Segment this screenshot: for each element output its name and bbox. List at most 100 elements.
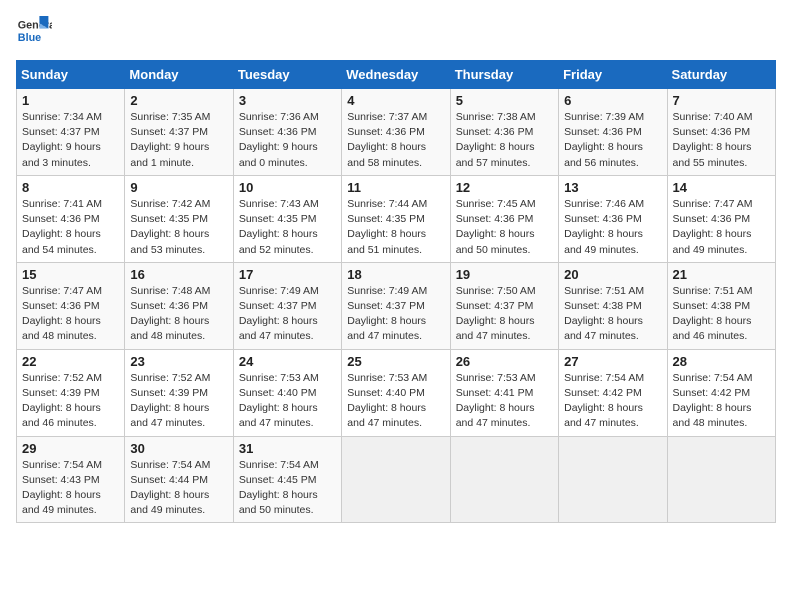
calendar-cell: 10 Sunrise: 7:43 AM Sunset: 4:35 PM Dayl… [233, 175, 341, 262]
day-number: 28 [673, 354, 770, 369]
day-number: 8 [22, 180, 119, 195]
day-number: 16 [130, 267, 227, 282]
day-detail: Sunrise: 7:54 AM Sunset: 4:42 PM Dayligh… [673, 371, 770, 432]
calendar-cell: 26 Sunrise: 7:53 AM Sunset: 4:41 PM Dayl… [450, 349, 558, 436]
calendar-cell: 7 Sunrise: 7:40 AM Sunset: 4:36 PM Dayli… [667, 89, 775, 176]
day-number: 10 [239, 180, 336, 195]
day-detail: Sunrise: 7:38 AM Sunset: 4:36 PM Dayligh… [456, 110, 553, 171]
calendar-cell: 1 Sunrise: 7:34 AM Sunset: 4:37 PM Dayli… [17, 89, 125, 176]
day-detail: Sunrise: 7:45 AM Sunset: 4:36 PM Dayligh… [456, 197, 553, 258]
day-number: 21 [673, 267, 770, 282]
calendar-cell: 25 Sunrise: 7:53 AM Sunset: 4:40 PM Dayl… [342, 349, 450, 436]
day-detail: Sunrise: 7:52 AM Sunset: 4:39 PM Dayligh… [130, 371, 227, 432]
day-detail: Sunrise: 7:43 AM Sunset: 4:35 PM Dayligh… [239, 197, 336, 258]
day-number: 29 [22, 441, 119, 456]
day-detail: Sunrise: 7:53 AM Sunset: 4:40 PM Dayligh… [239, 371, 336, 432]
calendar-cell: 2 Sunrise: 7:35 AM Sunset: 4:37 PM Dayli… [125, 89, 233, 176]
day-number: 5 [456, 93, 553, 108]
calendar-cell: 11 Sunrise: 7:44 AM Sunset: 4:35 PM Dayl… [342, 175, 450, 262]
day-detail: Sunrise: 7:54 AM Sunset: 4:42 PM Dayligh… [564, 371, 661, 432]
week-row-3: 15 Sunrise: 7:47 AM Sunset: 4:36 PM Dayl… [17, 262, 776, 349]
day-number: 27 [564, 354, 661, 369]
day-detail: Sunrise: 7:34 AM Sunset: 4:37 PM Dayligh… [22, 110, 119, 171]
svg-text:Blue: Blue [18, 32, 41, 44]
day-number: 25 [347, 354, 444, 369]
day-number: 17 [239, 267, 336, 282]
day-detail: Sunrise: 7:37 AM Sunset: 4:36 PM Dayligh… [347, 110, 444, 171]
page-header: GeneralBlue [16, 16, 776, 52]
weekday-header-wednesday: Wednesday [342, 61, 450, 89]
calendar-cell: 5 Sunrise: 7:38 AM Sunset: 4:36 PM Dayli… [450, 89, 558, 176]
calendar-cell: 17 Sunrise: 7:49 AM Sunset: 4:37 PM Dayl… [233, 262, 341, 349]
calendar-cell: 21 Sunrise: 7:51 AM Sunset: 4:38 PM Dayl… [667, 262, 775, 349]
day-detail: Sunrise: 7:42 AM Sunset: 4:35 PM Dayligh… [130, 197, 227, 258]
day-detail: Sunrise: 7:46 AM Sunset: 4:36 PM Dayligh… [564, 197, 661, 258]
calendar-cell: 4 Sunrise: 7:37 AM Sunset: 4:36 PM Dayli… [342, 89, 450, 176]
day-detail: Sunrise: 7:39 AM Sunset: 4:36 PM Dayligh… [564, 110, 661, 171]
calendar-cell: 19 Sunrise: 7:50 AM Sunset: 4:37 PM Dayl… [450, 262, 558, 349]
calendar-cell: 13 Sunrise: 7:46 AM Sunset: 4:36 PM Dayl… [559, 175, 667, 262]
calendar-cell [450, 436, 558, 523]
weekday-header-monday: Monday [125, 61, 233, 89]
calendar-cell [342, 436, 450, 523]
calendar-cell: 28 Sunrise: 7:54 AM Sunset: 4:42 PM Dayl… [667, 349, 775, 436]
day-detail: Sunrise: 7:41 AM Sunset: 4:36 PM Dayligh… [22, 197, 119, 258]
calendar-cell: 12 Sunrise: 7:45 AM Sunset: 4:36 PM Dayl… [450, 175, 558, 262]
logo-icon: GeneralBlue [16, 16, 52, 52]
calendar-cell: 20 Sunrise: 7:51 AM Sunset: 4:38 PM Dayl… [559, 262, 667, 349]
week-row-4: 22 Sunrise: 7:52 AM Sunset: 4:39 PM Dayl… [17, 349, 776, 436]
day-number: 2 [130, 93, 227, 108]
day-number: 1 [22, 93, 119, 108]
calendar-cell: 8 Sunrise: 7:41 AM Sunset: 4:36 PM Dayli… [17, 175, 125, 262]
calendar-cell: 15 Sunrise: 7:47 AM Sunset: 4:36 PM Dayl… [17, 262, 125, 349]
day-number: 9 [130, 180, 227, 195]
week-row-1: 1 Sunrise: 7:34 AM Sunset: 4:37 PM Dayli… [17, 89, 776, 176]
calendar-cell: 24 Sunrise: 7:53 AM Sunset: 4:40 PM Dayl… [233, 349, 341, 436]
week-row-5: 29 Sunrise: 7:54 AM Sunset: 4:43 PM Dayl… [17, 436, 776, 523]
day-number: 20 [564, 267, 661, 282]
day-detail: Sunrise: 7:47 AM Sunset: 4:36 PM Dayligh… [673, 197, 770, 258]
day-detail: Sunrise: 7:35 AM Sunset: 4:37 PM Dayligh… [130, 110, 227, 171]
calendar-cell: 30 Sunrise: 7:54 AM Sunset: 4:44 PM Dayl… [125, 436, 233, 523]
day-detail: Sunrise: 7:54 AM Sunset: 4:44 PM Dayligh… [130, 458, 227, 519]
day-detail: Sunrise: 7:49 AM Sunset: 4:37 PM Dayligh… [239, 284, 336, 345]
day-number: 23 [130, 354, 227, 369]
day-detail: Sunrise: 7:49 AM Sunset: 4:37 PM Dayligh… [347, 284, 444, 345]
calendar-cell: 22 Sunrise: 7:52 AM Sunset: 4:39 PM Dayl… [17, 349, 125, 436]
day-detail: Sunrise: 7:36 AM Sunset: 4:36 PM Dayligh… [239, 110, 336, 171]
calendar-cell: 14 Sunrise: 7:47 AM Sunset: 4:36 PM Dayl… [667, 175, 775, 262]
day-detail: Sunrise: 7:48 AM Sunset: 4:36 PM Dayligh… [130, 284, 227, 345]
day-detail: Sunrise: 7:47 AM Sunset: 4:36 PM Dayligh… [22, 284, 119, 345]
calendar-table: SundayMondayTuesdayWednesdayThursdayFrid… [16, 60, 776, 523]
calendar-cell: 6 Sunrise: 7:39 AM Sunset: 4:36 PM Dayli… [559, 89, 667, 176]
day-number: 31 [239, 441, 336, 456]
day-number: 4 [347, 93, 444, 108]
day-number: 14 [673, 180, 770, 195]
day-detail: Sunrise: 7:53 AM Sunset: 4:41 PM Dayligh… [456, 371, 553, 432]
day-detail: Sunrise: 7:52 AM Sunset: 4:39 PM Dayligh… [22, 371, 119, 432]
day-number: 3 [239, 93, 336, 108]
day-detail: Sunrise: 7:50 AM Sunset: 4:37 PM Dayligh… [456, 284, 553, 345]
day-number: 6 [564, 93, 661, 108]
day-number: 30 [130, 441, 227, 456]
calendar-cell: 9 Sunrise: 7:42 AM Sunset: 4:35 PM Dayli… [125, 175, 233, 262]
weekday-header-thursday: Thursday [450, 61, 558, 89]
day-number: 15 [22, 267, 119, 282]
weekday-header-tuesday: Tuesday [233, 61, 341, 89]
day-number: 26 [456, 354, 553, 369]
calendar-cell: 27 Sunrise: 7:54 AM Sunset: 4:42 PM Dayl… [559, 349, 667, 436]
calendar-cell [559, 436, 667, 523]
day-number: 7 [673, 93, 770, 108]
day-detail: Sunrise: 7:51 AM Sunset: 4:38 PM Dayligh… [673, 284, 770, 345]
calendar-cell: 18 Sunrise: 7:49 AM Sunset: 4:37 PM Dayl… [342, 262, 450, 349]
calendar-cell: 31 Sunrise: 7:54 AM Sunset: 4:45 PM Dayl… [233, 436, 341, 523]
day-number: 22 [22, 354, 119, 369]
weekday-header-saturday: Saturday [667, 61, 775, 89]
day-number: 18 [347, 267, 444, 282]
day-detail: Sunrise: 7:44 AM Sunset: 4:35 PM Dayligh… [347, 197, 444, 258]
weekday-header-row: SundayMondayTuesdayWednesdayThursdayFrid… [17, 61, 776, 89]
calendar-cell [667, 436, 775, 523]
calendar-cell: 16 Sunrise: 7:48 AM Sunset: 4:36 PM Dayl… [125, 262, 233, 349]
day-number: 13 [564, 180, 661, 195]
calendar-cell: 29 Sunrise: 7:54 AM Sunset: 4:43 PM Dayl… [17, 436, 125, 523]
